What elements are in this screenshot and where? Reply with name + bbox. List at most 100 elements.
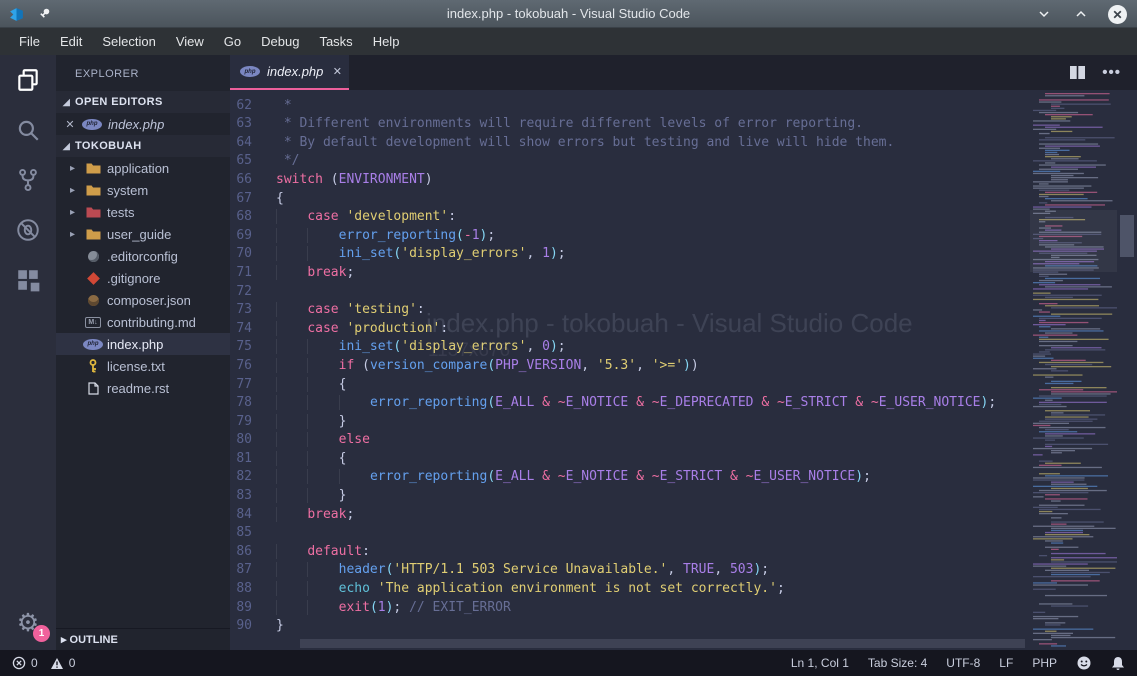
code-line[interactable]: 88 echo 'The application environment is … bbox=[230, 580, 1030, 599]
tree-item--editorconfig[interactable]: .editorconfig bbox=[56, 245, 230, 267]
code-line[interactable]: 78 error_reporting(E_ALL & ~E_NOTICE & ~… bbox=[230, 394, 1030, 413]
close-icon[interactable]: ✕ bbox=[64, 118, 76, 131]
token: ini_set bbox=[339, 339, 394, 354]
activity-bar: ⚙ 1 bbox=[0, 55, 56, 650]
activitybar-item-extensions[interactable] bbox=[0, 255, 56, 305]
tab-close-icon[interactable]: ✕ bbox=[333, 65, 342, 78]
settings-button[interactable]: ⚙ 1 bbox=[13, 608, 43, 638]
token: ~ bbox=[558, 395, 566, 410]
code-line[interactable]: 61 * bbox=[230, 90, 1030, 97]
code-line[interactable]: 81 { bbox=[230, 450, 1030, 469]
maximize-button[interactable] bbox=[1071, 4, 1091, 24]
token: 1 bbox=[542, 246, 550, 261]
activitybar-item-explorer[interactable] bbox=[0, 55, 56, 105]
line-text bbox=[276, 283, 1030, 302]
token: - bbox=[464, 228, 472, 243]
activitybar-item-source-control[interactable] bbox=[0, 155, 56, 205]
code-line[interactable]: 75 ini_set('display_errors', 0); bbox=[230, 338, 1030, 357]
warnings-indicator[interactable]: 0 bbox=[50, 656, 82, 670]
code-line[interactable]: 63 * Different environments will require… bbox=[230, 115, 1030, 134]
token: } bbox=[339, 414, 347, 429]
code-line[interactable]: 90} bbox=[230, 617, 1030, 636]
tree-item-contributing-md[interactable]: M↓contributing.md bbox=[56, 311, 230, 333]
minimize-button[interactable] bbox=[1034, 4, 1054, 24]
token: header bbox=[339, 562, 386, 577]
code-area[interactable]: 61 *62 *63 * Different environments will… bbox=[230, 90, 1030, 650]
code-line[interactable]: 89 exit(1); // EXIT_ERROR bbox=[230, 599, 1030, 618]
code-line[interactable]: 84 break; bbox=[230, 506, 1030, 525]
open-editors-header[interactable]: ◢ OPEN EDITORS bbox=[56, 91, 230, 113]
code-line[interactable]: 76 if (version_compare(PHP_VERSION, '5.3… bbox=[230, 357, 1030, 376]
activitybar-item-search[interactable] bbox=[0, 105, 56, 155]
code-line[interactable]: 72 bbox=[230, 283, 1030, 302]
tab-index-php[interactable]: php index.php ✕ bbox=[230, 55, 349, 90]
project-header[interactable]: ◢ TOKOBUAH bbox=[56, 135, 230, 157]
token: switch bbox=[276, 172, 323, 187]
tree-item-tests[interactable]: ▸tests bbox=[56, 201, 230, 223]
status-language-mode[interactable]: PHP bbox=[1032, 656, 1057, 670]
menu-item-help[interactable]: Help bbox=[363, 30, 410, 53]
code-line[interactable]: 71 break; bbox=[230, 264, 1030, 283]
menu-item-view[interactable]: View bbox=[166, 30, 214, 53]
minimap[interactable] bbox=[1030, 90, 1117, 650]
errors-indicator[interactable]: 0 bbox=[12, 656, 44, 670]
menu-item-edit[interactable]: Edit bbox=[50, 30, 92, 53]
minimap-viewport[interactable] bbox=[1030, 210, 1117, 272]
menu-item-tasks[interactable]: Tasks bbox=[309, 30, 362, 53]
token bbox=[534, 395, 542, 410]
code-line[interactable]: 70 ini_set('display_errors', 1); bbox=[230, 245, 1030, 264]
open-editors-label: OPEN EDITORS bbox=[75, 96, 163, 108]
status-encoding[interactable]: UTF-8 bbox=[946, 656, 980, 670]
tree-item-composer-json[interactable]: composer.json bbox=[56, 289, 230, 311]
line-number: 88 bbox=[230, 580, 276, 599]
tree-item-user-guide[interactable]: ▸user_guide bbox=[56, 223, 230, 245]
token: ; bbox=[558, 246, 566, 261]
line-text: case 'development': bbox=[276, 208, 1030, 227]
menu-item-selection[interactable]: Selection bbox=[92, 30, 165, 53]
vertical-scrollbar-thumb[interactable] bbox=[1120, 215, 1134, 257]
feedback-smiley-icon[interactable] bbox=[1076, 655, 1092, 671]
open-editor-item[interactable]: ✕phpindex.php bbox=[56, 113, 230, 135]
code-line[interactable]: 83 } bbox=[230, 487, 1030, 506]
code-line[interactable]: 87 header('HTTP/1.1 503 Service Unavaila… bbox=[230, 561, 1030, 580]
tree-item-readme-rst[interactable]: readme.rst bbox=[56, 377, 230, 399]
tree-item-system[interactable]: ▸system bbox=[56, 179, 230, 201]
code-line[interactable]: 67{ bbox=[230, 190, 1030, 209]
code-line[interactable]: 82 error_reporting(E_ALL & ~E_NOTICE & ~… bbox=[230, 468, 1030, 487]
notifications-bell-icon[interactable] bbox=[1111, 656, 1125, 671]
menu-item-file[interactable]: File bbox=[9, 30, 50, 53]
tree-item-application[interactable]: ▸application bbox=[56, 157, 230, 179]
menu-item-go[interactable]: Go bbox=[214, 30, 251, 53]
token: default bbox=[307, 544, 362, 559]
outline-section[interactable]: ▸ OUTLINE bbox=[56, 628, 230, 650]
code-line[interactable]: 85 bbox=[230, 524, 1030, 543]
code-line[interactable]: 65 */ bbox=[230, 152, 1030, 171]
line-number: 86 bbox=[230, 543, 276, 562]
more-actions-button[interactable]: ••• bbox=[1102, 64, 1121, 81]
code-line[interactable]: 66switch (ENVIRONMENT) bbox=[230, 171, 1030, 190]
tree-item-license-txt[interactable]: license.txt bbox=[56, 355, 230, 377]
code-line[interactable]: 86 default: bbox=[230, 543, 1030, 562]
status-tab-size[interactable]: Tab Size: 4 bbox=[868, 656, 927, 670]
status-eol[interactable]: LF bbox=[999, 656, 1013, 670]
status-cursor-position[interactable]: Ln 1, Col 1 bbox=[791, 656, 849, 670]
split-editor-button[interactable] bbox=[1069, 65, 1086, 80]
indent-guide bbox=[276, 581, 307, 596]
editor[interactable]: 61 *62 *63 * Different environments will… bbox=[230, 90, 1137, 650]
code-line[interactable]: 77 { bbox=[230, 376, 1030, 395]
line-number: 76 bbox=[230, 357, 276, 376]
menu-item-debug[interactable]: Debug bbox=[251, 30, 309, 53]
token bbox=[550, 395, 558, 410]
tree-item--gitignore[interactable]: .gitignore bbox=[56, 267, 230, 289]
activitybar-item-debug[interactable] bbox=[0, 205, 56, 255]
code-line[interactable]: 62 * bbox=[230, 97, 1030, 116]
tree-item-index-php[interactable]: phpindex.php bbox=[56, 333, 230, 355]
horizontal-scrollbar-thumb[interactable] bbox=[300, 639, 1025, 648]
pin-icon[interactable] bbox=[37, 7, 51, 21]
code-line[interactable]: 68 case 'development': bbox=[230, 208, 1030, 227]
code-line[interactable]: 80 else bbox=[230, 431, 1030, 450]
close-button[interactable] bbox=[1108, 5, 1127, 24]
code-line[interactable]: 64 * By default development will show er… bbox=[230, 134, 1030, 153]
code-line[interactable]: 69 error_reporting(-1); bbox=[230, 227, 1030, 246]
code-line[interactable]: 79 } bbox=[230, 413, 1030, 432]
